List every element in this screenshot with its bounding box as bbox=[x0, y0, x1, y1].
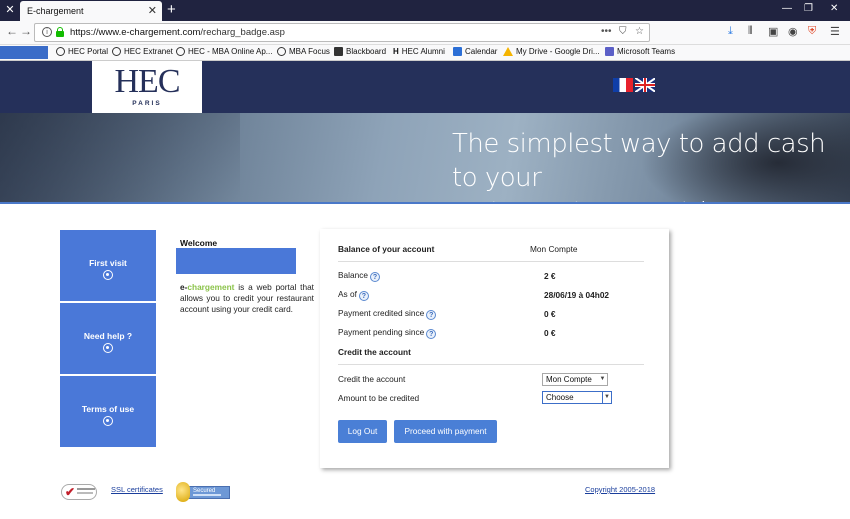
amount-label: Amount to be credited bbox=[338, 393, 420, 403]
restore-icon[interactable]: ❐ bbox=[804, 3, 813, 14]
browser-nav-bar: ← → i https://www.e-chargement.com/recha… bbox=[0, 21, 850, 45]
plus-circle-icon bbox=[103, 343, 113, 353]
back-arrow-icon[interactable]: ← bbox=[6, 24, 18, 38]
lock-icon[interactable] bbox=[56, 27, 64, 37]
divider bbox=[338, 364, 644, 365]
french-flag-icon[interactable] bbox=[613, 78, 633, 92]
page-actions-icon[interactable]: ••• bbox=[601, 26, 612, 37]
credit-account-select[interactable]: Mon Compte ▼ bbox=[542, 373, 608, 386]
help-icon[interactable]: ? bbox=[426, 329, 437, 339]
verified-badge[interactable]: ✔ bbox=[61, 484, 97, 500]
divider bbox=[338, 261, 644, 262]
secured-badge[interactable]: Secured bbox=[176, 482, 230, 502]
redacted-user-name bbox=[176, 248, 296, 274]
bookmark-mba-online[interactable]: HEC - MBA Online Ap... bbox=[176, 47, 272, 56]
bookmark-blackboard[interactable]: Blackboard bbox=[334, 47, 386, 56]
browser-tab-bar: ✕ E-chargement ✕ + — ❐ ✕ bbox=[0, 0, 850, 21]
balance-label: Balance? bbox=[338, 270, 380, 282]
tab-close-icon[interactable]: ✕ bbox=[148, 4, 157, 17]
amount-select[interactable]: Choose ▼ bbox=[542, 391, 612, 404]
chevron-down-icon: ▼ bbox=[599, 376, 606, 382]
plus-circle-icon bbox=[103, 416, 113, 426]
banner-tagline: The simplest way to add cash to your res… bbox=[452, 129, 826, 202]
side-item-first-visit[interactable]: First visit bbox=[60, 230, 156, 301]
hero-banner: The simplest way to add cash to your res… bbox=[0, 113, 850, 204]
side-menu: First visit Need help ? Terms of use bbox=[60, 230, 156, 447]
url-path: /recharg_badge.asp bbox=[200, 27, 285, 38]
ssl-certificates-link[interactable]: SSL certificates bbox=[111, 485, 163, 494]
alumni-icon: H bbox=[393, 47, 399, 56]
credited-label: Payment credited since? bbox=[338, 308, 437, 320]
hamburger-menu-icon[interactable]: ☰ bbox=[830, 25, 840, 38]
balance-heading: Balance of your account bbox=[338, 244, 435, 254]
forward-arrow-icon[interactable]: → bbox=[20, 24, 32, 38]
pending-value: 0 € bbox=[544, 328, 556, 338]
redacted-bookmark[interactable] bbox=[0, 46, 48, 59]
minimize-icon[interactable]: — bbox=[782, 3, 792, 14]
close-window-icon[interactable]: ✕ bbox=[3, 3, 17, 17]
bookmark-hec-alumni[interactable]: H HEC Alumni bbox=[393, 47, 445, 56]
hec-paris-logo[interactable]: HEC PARIS bbox=[92, 61, 202, 113]
checkmark-icon: ✔ bbox=[65, 485, 76, 499]
globe-icon bbox=[56, 47, 65, 56]
plus-circle-icon bbox=[103, 270, 113, 280]
teams-icon bbox=[605, 47, 614, 56]
bookmark-hec-extranet[interactable]: HEC Extranet bbox=[112, 47, 173, 56]
url-text[interactable]: https://www.e-chargement.com/recharg_bad… bbox=[70, 27, 285, 38]
as-of-value: 28/06/19 à 04h02 bbox=[544, 290, 610, 300]
welcome-description: e-chargement is a web portal that allows… bbox=[180, 282, 314, 314]
download-icon[interactable]: ⤓ bbox=[728, 25, 733, 38]
globe-icon bbox=[176, 47, 185, 56]
welcome-title: Welcome bbox=[180, 238, 218, 248]
help-icon[interactable]: ? bbox=[358, 291, 369, 301]
brand-name: e-chargement bbox=[180, 282, 235, 292]
help-icon[interactable]: ? bbox=[426, 310, 437, 320]
browser-tab[interactable]: E-chargement ✕ bbox=[20, 1, 162, 21]
as-of-label: As of? bbox=[338, 289, 369, 301]
logo-main-text: HEC bbox=[114, 63, 181, 100]
star-icon[interactable]: ☆ bbox=[635, 26, 644, 37]
url-bar[interactable]: i https://www.e-chargement.com/recharg_b… bbox=[34, 23, 650, 42]
account-icon[interactable]: ◉ bbox=[788, 25, 798, 38]
secure-lock-icon bbox=[176, 482, 190, 502]
library-icon[interactable]: ⫴ bbox=[748, 25, 753, 38]
globe-icon bbox=[277, 47, 286, 56]
logout-button[interactable]: Log Out bbox=[338, 420, 387, 443]
copyright-link[interactable]: Copyright 2005-2018 bbox=[585, 485, 655, 494]
extension-shield-icon[interactable]: ⛨ bbox=[808, 25, 816, 38]
close-icon[interactable]: ✕ bbox=[830, 3, 838, 14]
balance-value: 2 € bbox=[544, 271, 556, 281]
account-panel: Balance of your account Mon Compte Balan… bbox=[320, 229, 669, 468]
credit-account-label: Credit the account bbox=[338, 374, 406, 384]
uk-flag-icon[interactable] bbox=[635, 78, 655, 92]
globe-icon bbox=[112, 47, 121, 56]
side-item-terms-of-use[interactable]: Terms of use bbox=[60, 376, 156, 447]
bookmarks-bar: HEC Portal HEC Extranet HEC - MBA Online… bbox=[0, 45, 850, 61]
bookmark-calendar[interactable]: Calendar bbox=[453, 47, 497, 56]
sidebar-icon[interactable]: ▣ bbox=[768, 25, 778, 38]
blackboard-icon bbox=[334, 47, 343, 56]
new-tab-icon[interactable]: + bbox=[167, 2, 176, 17]
side-item-need-help[interactable]: Need help ? bbox=[60, 303, 156, 374]
google-drive-icon bbox=[503, 47, 513, 56]
credit-heading: Credit the account bbox=[338, 347, 411, 357]
tab-title: E-chargement bbox=[27, 6, 84, 16]
credited-value: 0 € bbox=[544, 309, 556, 319]
pending-label: Payment pending since? bbox=[338, 327, 437, 339]
bookmark-mba-focus[interactable]: MBA Focus bbox=[277, 47, 330, 56]
proceed-payment-button[interactable]: Proceed with payment bbox=[394, 420, 497, 443]
logo-sub-text: PARIS bbox=[132, 100, 162, 107]
info-icon[interactable]: i bbox=[42, 27, 52, 37]
bookmark-microsoft-teams[interactable]: Microsoft Teams bbox=[605, 47, 675, 56]
calendar-icon bbox=[453, 47, 462, 56]
bookmark-hec-portal[interactable]: HEC Portal bbox=[56, 47, 108, 56]
pocket-icon[interactable]: ⛉ bbox=[619, 26, 627, 37]
bookmark-my-drive[interactable]: My Drive - Google Dri... bbox=[503, 47, 600, 56]
url-host: https://www.e-chargement.com bbox=[70, 27, 201, 38]
chevron-down-icon: ▼ bbox=[602, 392, 611, 403]
account-name: Mon Compte bbox=[530, 244, 578, 254]
help-icon[interactable]: ? bbox=[369, 272, 380, 282]
